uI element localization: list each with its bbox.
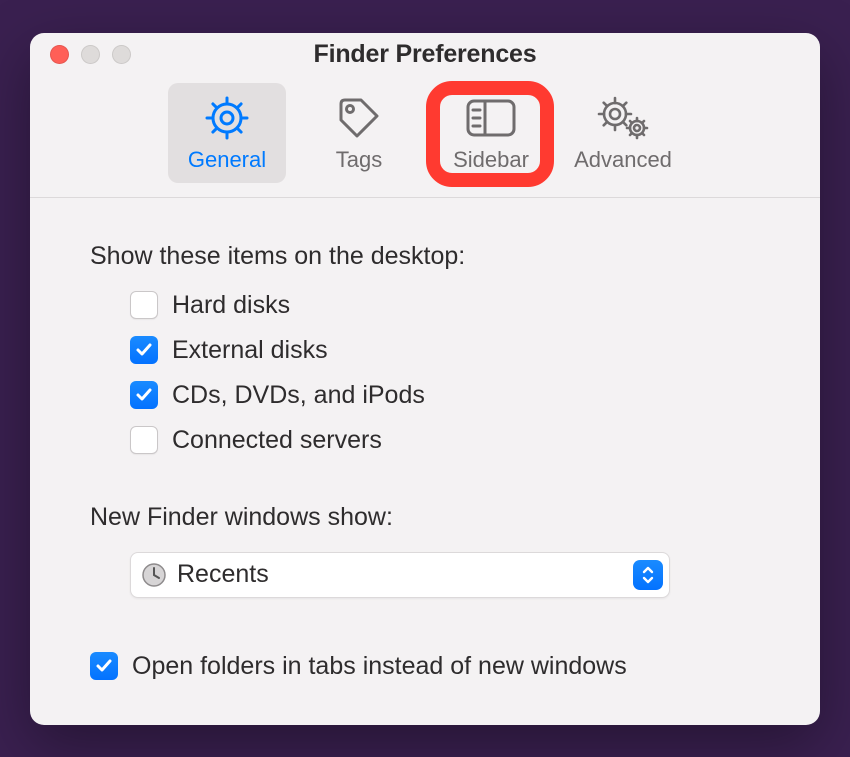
sidebar-icon (465, 93, 517, 143)
checkbox-label: Hard disks (172, 291, 290, 320)
checkmark-icon (135, 386, 153, 404)
tab-sidebar[interactable]: Sidebar (432, 83, 550, 183)
checkbox-external-disks[interactable]: External disks (130, 336, 760, 365)
new-finder-select-wrap: Recents (90, 552, 760, 598)
tab-general[interactable]: General (168, 83, 286, 183)
traffic-lights (50, 45, 131, 64)
checkbox-box (90, 652, 118, 680)
checkbox-box (130, 426, 158, 454)
checkbox-label: Open folders in tabs instead of new wind… (132, 652, 627, 681)
checkmark-icon (95, 657, 113, 675)
new-finder-heading: New Finder windows show: (90, 503, 760, 532)
close-button[interactable] (50, 45, 69, 64)
checkbox-box (130, 336, 158, 364)
desktop-items-group: Hard disks External disks CDs, DVDs, and… (90, 291, 760, 455)
checkbox-cds-dvds-ipods[interactable]: CDs, DVDs, and iPods (130, 381, 760, 410)
checkbox-label: Connected servers (172, 426, 382, 455)
checkbox-label: External disks (172, 336, 328, 365)
checkbox-open-folders-tabs[interactable]: Open folders in tabs instead of new wind… (90, 652, 760, 681)
gear-icon (205, 93, 249, 143)
new-finder-windows-select[interactable]: Recents (130, 552, 670, 598)
toolbar-tabs: General Tags (30, 77, 820, 198)
tab-tags[interactable]: Tags (300, 83, 418, 183)
minimize-button[interactable] (81, 45, 100, 64)
tab-label: Tags (336, 147, 382, 173)
checkbox-box (130, 291, 158, 319)
checkmark-icon (135, 341, 153, 359)
window-title: Finder Preferences (46, 40, 804, 69)
tab-label: General (188, 147, 266, 173)
select-value: Recents (177, 560, 623, 589)
checkbox-label: CDs, DVDs, and iPods (172, 381, 425, 410)
tab-label: Sidebar (453, 147, 529, 173)
checkbox-box (130, 381, 158, 409)
content-pane: Show these items on the desktop: Hard di… (30, 198, 820, 725)
titlebar: Finder Preferences (30, 33, 820, 77)
maximize-button[interactable] (112, 45, 131, 64)
tag-icon (337, 93, 381, 143)
clock-icon (141, 562, 167, 588)
gears-icon (597, 93, 649, 143)
chevron-up-down-icon (633, 560, 663, 590)
desktop-items-heading: Show these items on the desktop: (90, 242, 760, 271)
tab-label: Advanced (574, 147, 672, 173)
checkbox-hard-disks[interactable]: Hard disks (130, 291, 760, 320)
tab-advanced[interactable]: Advanced (564, 83, 682, 183)
preferences-window: Finder Preferences General Tags (30, 33, 820, 725)
checkbox-connected-servers[interactable]: Connected servers (130, 426, 760, 455)
